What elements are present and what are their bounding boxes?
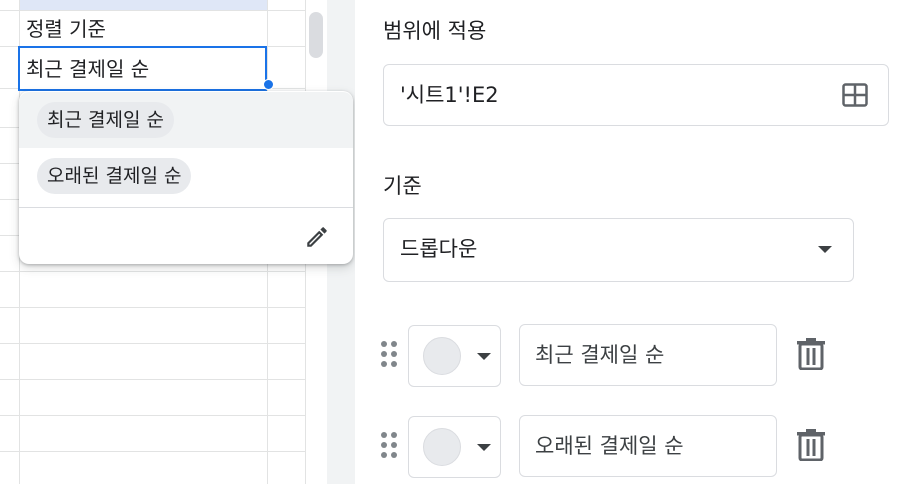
- grid-select-icon[interactable]: [842, 83, 868, 107]
- fill-handle[interactable]: [263, 79, 274, 90]
- option-chip: 최근 결제일 순: [37, 102, 174, 138]
- range-input[interactable]: '시트1'!E2: [383, 64, 889, 126]
- active-cell-value: 최근 결제일 순: [26, 57, 150, 81]
- dropdown-option[interactable]: 오래된 결제일 순: [19, 148, 353, 204]
- grid-line: [0, 10, 305, 11]
- trash-icon[interactable]: [796, 429, 826, 462]
- vertical-scrollbar-thumb[interactable]: [309, 12, 323, 58]
- color-swatch: [423, 428, 461, 466]
- data-validation-panel: 범위에 적용 '시트1'!E2 기준 드롭다운 최근 결제일 순 오래된 결제일…: [355, 0, 914, 484]
- item-value: 최근 결제일 순: [535, 343, 665, 367]
- pencil-icon[interactable]: [304, 224, 330, 250]
- divider: [19, 207, 353, 208]
- active-cell[interactable]: 최근 결제일 순: [18, 46, 267, 91]
- color-picker-button[interactable]: [408, 416, 501, 478]
- criteria-value: 드롭다운: [400, 237, 478, 261]
- item-value-input[interactable]: 오래된 결제일 순: [519, 415, 777, 477]
- grid-line: [0, 271, 305, 272]
- dropdown-item-row: 오래된 결제일 순: [355, 415, 914, 479]
- criteria-select[interactable]: 드롭다운: [383, 218, 854, 282]
- grid-line: [0, 307, 305, 308]
- drag-handle-icon[interactable]: [381, 341, 401, 371]
- dropdown-chip-popup: 최근 결제일 순 오래된 결제일 순: [19, 91, 353, 264]
- grid-line: [0, 451, 305, 452]
- drag-handle-icon[interactable]: [381, 432, 401, 462]
- range-label: 범위에 적용: [383, 19, 487, 43]
- criteria-label: 기준: [383, 174, 422, 198]
- option-chip: 오래된 결제일 순: [37, 158, 192, 194]
- grid-line: [0, 379, 305, 380]
- item-value: 오래된 결제일 순: [535, 434, 684, 458]
- dropdown-option[interactable]: 최근 결제일 순: [19, 92, 353, 148]
- column-header-highlight: [20, 0, 267, 10]
- color-swatch: [423, 337, 461, 375]
- grid-line: [0, 343, 305, 344]
- color-picker-button[interactable]: [408, 325, 501, 387]
- chevron-down-icon: [477, 353, 491, 360]
- dropdown-item-row: 최근 결제일 순: [355, 324, 914, 388]
- chevron-down-icon: [818, 246, 832, 253]
- item-value-input[interactable]: 최근 결제일 순: [519, 324, 777, 386]
- grid-line: [0, 415, 305, 416]
- range-value: '시트1'!E2: [400, 83, 499, 107]
- trash-icon[interactable]: [796, 338, 826, 371]
- chevron-down-icon: [477, 444, 491, 451]
- cell-sort-header[interactable]: 정렬 기준: [26, 17, 106, 41]
